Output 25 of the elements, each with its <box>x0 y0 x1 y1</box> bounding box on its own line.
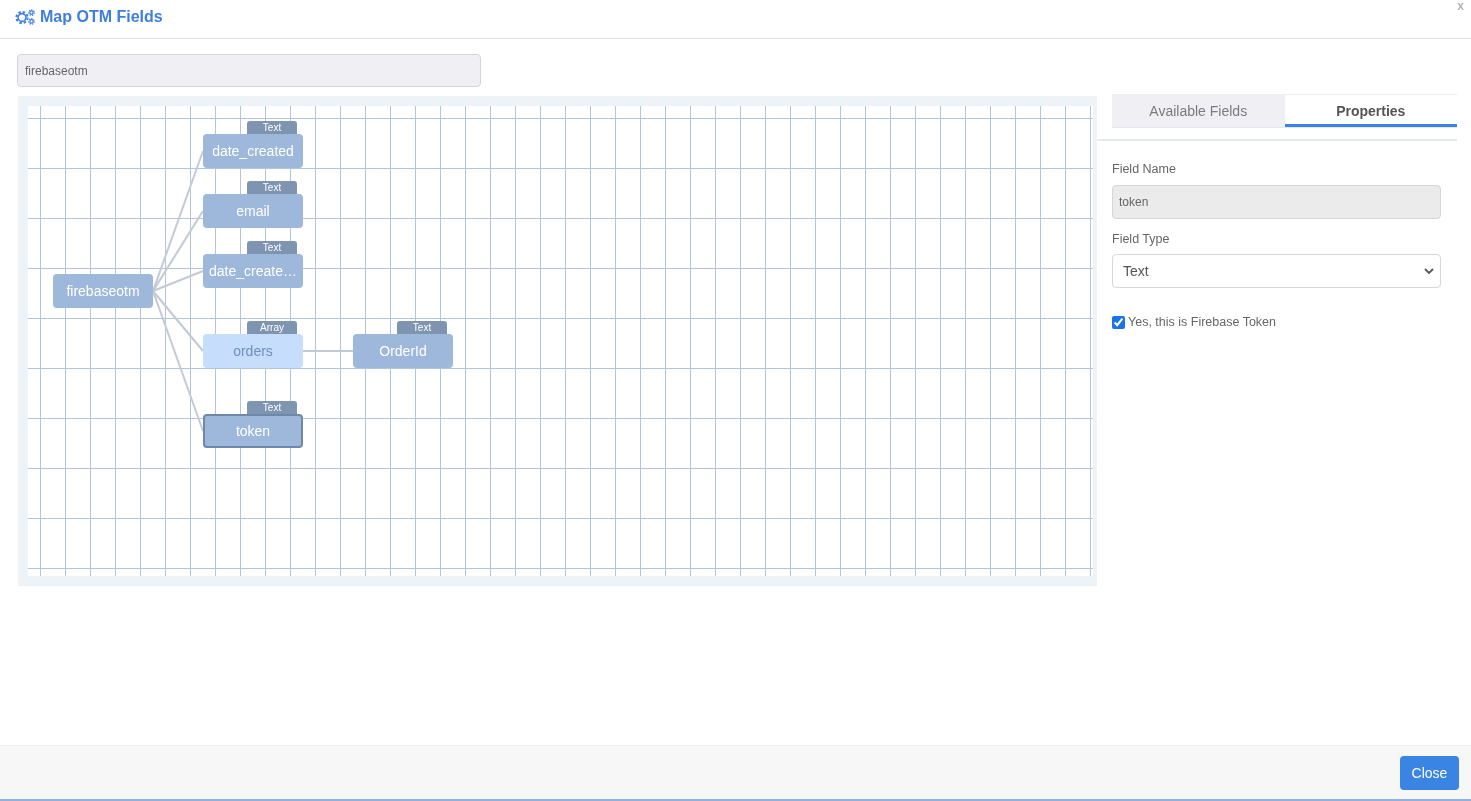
diagram-node[interactable]: firebaseotm <box>53 274 153 308</box>
field-label: Field Name <box>1112 161 1176 177</box>
node-type-tag: Text <box>247 401 297 414</box>
node-type-tag: Text <box>397 321 447 334</box>
checkbox-label[interactable]: Yes, this is Firebase Token <box>1128 315 1276 329</box>
node-type-tag: Text <box>247 181 297 194</box>
field-type-select[interactable]: Text <box>1112 254 1441 288</box>
diagram-node[interactable]: token <box>203 414 303 448</box>
field-label: Field Type <box>1112 231 1170 247</box>
diagram-node[interactable]: email <box>203 194 303 228</box>
dialog-title: Map OTM Fields <box>40 8 163 26</box>
close-button[interactable]: Close <box>1400 756 1459 790</box>
firebase-token-checkbox[interactable] <box>1112 315 1125 329</box>
close-button[interactable]: x <box>1457 0 1464 12</box>
node-type-tag: Text <box>247 121 297 134</box>
node-type-tag: Array <box>247 321 297 334</box>
diagram-node[interactable]: orders <box>203 334 303 368</box>
panel-tab[interactable]: Available Fields <box>1112 95 1285 127</box>
diagram-node[interactable]: date_created <box>203 134 303 168</box>
diagram-node[interactable]: date_create… <box>203 254 303 288</box>
chevron-down-icon <box>1424 268 1434 274</box>
diagram-node[interactable]: OrderId <box>353 334 453 368</box>
connector-line <box>302 350 354 352</box>
gears-icon <box>15 9 36 25</box>
node-type-tag: Text <box>247 241 297 254</box>
